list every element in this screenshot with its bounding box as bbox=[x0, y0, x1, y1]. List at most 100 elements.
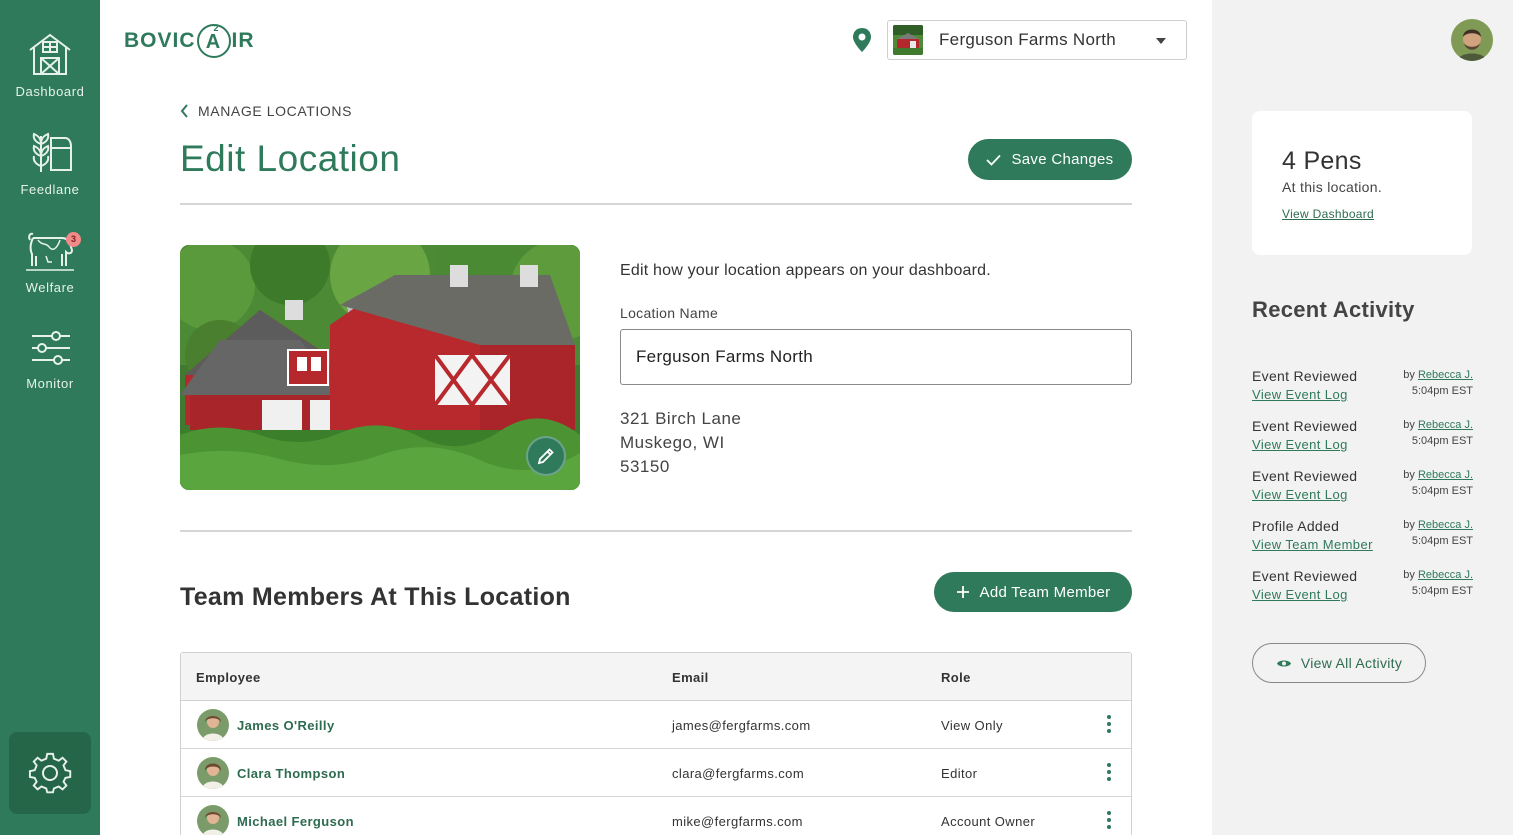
view-dashboard-link[interactable]: View Dashboard bbox=[1282, 207, 1374, 221]
activity-author-link[interactable]: Rebecca J. bbox=[1418, 419, 1473, 431]
logo-ring: A2 bbox=[196, 23, 231, 58]
sidebar-item-label: Dashboard bbox=[15, 84, 85, 99]
activity-time: 5:04pm EST bbox=[1411, 435, 1473, 447]
brand-logo[interactable]: BOVIC A2 IR bbox=[124, 23, 255, 58]
activity-title: Event Reviewed bbox=[1252, 368, 1358, 384]
activity-link[interactable]: View Team Member bbox=[1252, 537, 1373, 552]
avatar bbox=[197, 757, 229, 789]
back-link-label: MANAGE LOCATIONS bbox=[198, 103, 353, 119]
employee-role: View Only bbox=[941, 718, 1003, 733]
activity-item: Event Reviewed View Event Log by Rebecca… bbox=[1252, 368, 1473, 408]
row-menu-button[interactable] bbox=[1101, 763, 1117, 785]
row-menu-button[interactable] bbox=[1101, 811, 1117, 833]
activity-title: Event Reviewed bbox=[1252, 418, 1358, 434]
activity-author-prefix: by bbox=[1403, 419, 1415, 431]
address-city: Muskego, WI bbox=[620, 433, 725, 452]
sidebar-item-monitor[interactable]: Monitor bbox=[0, 328, 100, 391]
sidebar: Dashboard Feedlane 3 Welfare Monitor bbox=[0, 0, 100, 835]
view-all-activity-button[interactable]: View All Activity bbox=[1252, 643, 1426, 683]
activity-link[interactable]: View Event Log bbox=[1252, 487, 1348, 502]
activity-title: Event Reviewed bbox=[1252, 568, 1358, 584]
activity-time: 5:04pm EST bbox=[1411, 485, 1473, 497]
logo-text-left: BOVIC bbox=[124, 29, 196, 52]
activity-time: 5:04pm EST bbox=[1411, 535, 1473, 547]
logo-ring-letter: A bbox=[205, 31, 222, 53]
table-row: Michael Ferguson mike@fergfarms.com Acco… bbox=[181, 797, 1131, 835]
gear-icon bbox=[28, 752, 72, 794]
sliders-icon bbox=[32, 331, 70, 365]
employee-role: Editor bbox=[941, 766, 978, 781]
activity-author-link[interactable]: Rebecca J. bbox=[1418, 519, 1473, 531]
column-header-role[interactable]: Role bbox=[941, 670, 971, 685]
save-changes-label: Save Changes bbox=[1011, 151, 1114, 168]
location-name-label: Location Name bbox=[620, 305, 719, 321]
sidebar-item-feedlane[interactable]: Feedlane bbox=[0, 130, 100, 197]
add-team-member-label: Add Team Member bbox=[979, 583, 1111, 601]
add-team-member-button[interactable]: Add Team Member bbox=[934, 572, 1132, 612]
row-menu-button[interactable] bbox=[1101, 715, 1117, 737]
recent-activity-title: Recent Activity bbox=[1252, 297, 1415, 322]
activity-item: Event Reviewed View Event Log by Rebecca… bbox=[1252, 468, 1473, 508]
back-link-manage-locations[interactable]: MANAGE LOCATIONS bbox=[180, 103, 352, 119]
wheat-icon bbox=[32, 132, 72, 172]
activity-author-link[interactable]: Rebecca J. bbox=[1418, 569, 1473, 581]
pencil-icon bbox=[537, 448, 554, 465]
kebab-icon bbox=[1101, 715, 1117, 733]
table-row: Clara Thompson clara@fergfarms.com Edito… bbox=[181, 749, 1131, 797]
page-title: Edit Location bbox=[180, 138, 401, 179]
employee-name[interactable]: Clara Thompson bbox=[237, 766, 345, 781]
settings-button[interactable] bbox=[9, 732, 91, 814]
activity-time: 5:04pm EST bbox=[1411, 385, 1473, 397]
column-header-employee[interactable]: Employee bbox=[196, 670, 261, 685]
plus-icon bbox=[956, 586, 969, 598]
employee-role: Account Owner bbox=[941, 814, 1036, 829]
sidebar-item-label: Monitor bbox=[26, 376, 74, 391]
location-select-value: Ferguson Farms North bbox=[939, 30, 1116, 49]
logo-text-right: IR bbox=[231, 29, 255, 52]
location-thumbnail bbox=[893, 25, 923, 55]
activity-author-link[interactable]: Rebecca J. bbox=[1418, 369, 1473, 381]
employee-name[interactable]: Michael Ferguson bbox=[237, 814, 354, 829]
location-select[interactable]: Ferguson Farms North bbox=[887, 20, 1187, 60]
activity-author: by Rebecca J. bbox=[1403, 419, 1473, 431]
activity-link[interactable]: View Event Log bbox=[1252, 387, 1348, 402]
view-all-activity-label: View All Activity bbox=[1300, 655, 1403, 671]
kebab-icon bbox=[1101, 763, 1117, 781]
table-header: Employee Email Role bbox=[181, 653, 1131, 701]
sidebar-item-welfare[interactable]: 3 Welfare bbox=[0, 228, 100, 295]
user-avatar[interactable] bbox=[1451, 19, 1493, 61]
sidebar-item-label: Welfare bbox=[25, 280, 75, 295]
activity-item: Event Reviewed View Event Log by Rebecca… bbox=[1252, 418, 1473, 458]
welfare-badge: 3 bbox=[66, 232, 81, 247]
activity-author: by Rebecca J. bbox=[1403, 519, 1473, 531]
employee-name[interactable]: James O'Reilly bbox=[237, 718, 335, 733]
employee-email: mike@fergfarms.com bbox=[672, 814, 803, 829]
address-zip: 53150 bbox=[620, 457, 670, 476]
chevron-down-icon bbox=[1156, 38, 1166, 44]
activity-title: Profile Added bbox=[1252, 518, 1340, 534]
chevron-left-icon bbox=[180, 104, 188, 118]
activity-item: Profile Added View Team Member by Rebecc… bbox=[1252, 518, 1473, 558]
section-divider bbox=[180, 530, 1132, 532]
title-divider bbox=[180, 203, 1132, 205]
column-header-email[interactable]: Email bbox=[672, 670, 709, 685]
location-name-input[interactable] bbox=[620, 329, 1132, 385]
activity-item: Event Reviewed View Event Log by Rebecca… bbox=[1252, 568, 1473, 608]
activity-author-link[interactable]: Rebecca J. bbox=[1418, 469, 1473, 481]
activity-link[interactable]: View Event Log bbox=[1252, 587, 1348, 602]
activity-author: by Rebecca J. bbox=[1403, 569, 1473, 581]
activity-author: by Rebecca J. bbox=[1403, 469, 1473, 481]
edit-photo-button[interactable] bbox=[526, 436, 566, 476]
avatar bbox=[197, 709, 229, 741]
logo-ring-sup: 2 bbox=[213, 23, 220, 33]
barn-icon bbox=[29, 33, 71, 75]
activity-author-prefix: by bbox=[1403, 469, 1415, 481]
activity-link[interactable]: View Event Log bbox=[1252, 437, 1348, 452]
employee-email: james@fergfarms.com bbox=[672, 718, 811, 733]
pens-summary-card: 4 Pens At this location. View Dashboard bbox=[1252, 111, 1472, 255]
save-changes-button[interactable]: Save Changes bbox=[968, 139, 1132, 180]
eye-icon bbox=[1276, 660, 1291, 666]
sidebar-item-dashboard[interactable]: Dashboard bbox=[0, 32, 100, 99]
address-street: 321 Birch Lane bbox=[620, 409, 742, 428]
employee-email: clara@fergfarms.com bbox=[672, 766, 805, 781]
